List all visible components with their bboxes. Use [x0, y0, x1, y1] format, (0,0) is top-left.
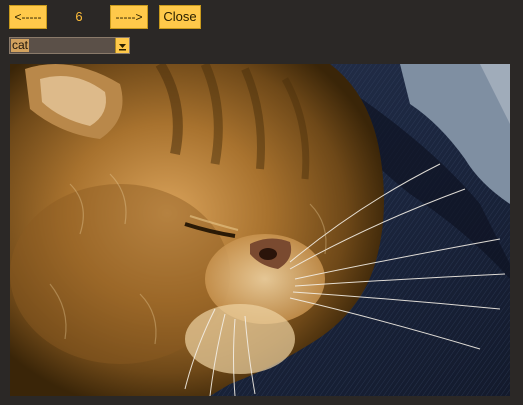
close-button[interactable]: Close [159, 5, 201, 29]
category-select-value: cat [11, 38, 30, 52]
chevron-down-icon[interactable] [115, 38, 129, 53]
previous-button[interactable]: <----- [9, 5, 47, 29]
category-select[interactable]: cat [9, 37, 130, 54]
image-index: 6 [75, 9, 83, 24]
cat-photo [10, 64, 510, 396]
next-button[interactable]: -----> [110, 5, 148, 29]
